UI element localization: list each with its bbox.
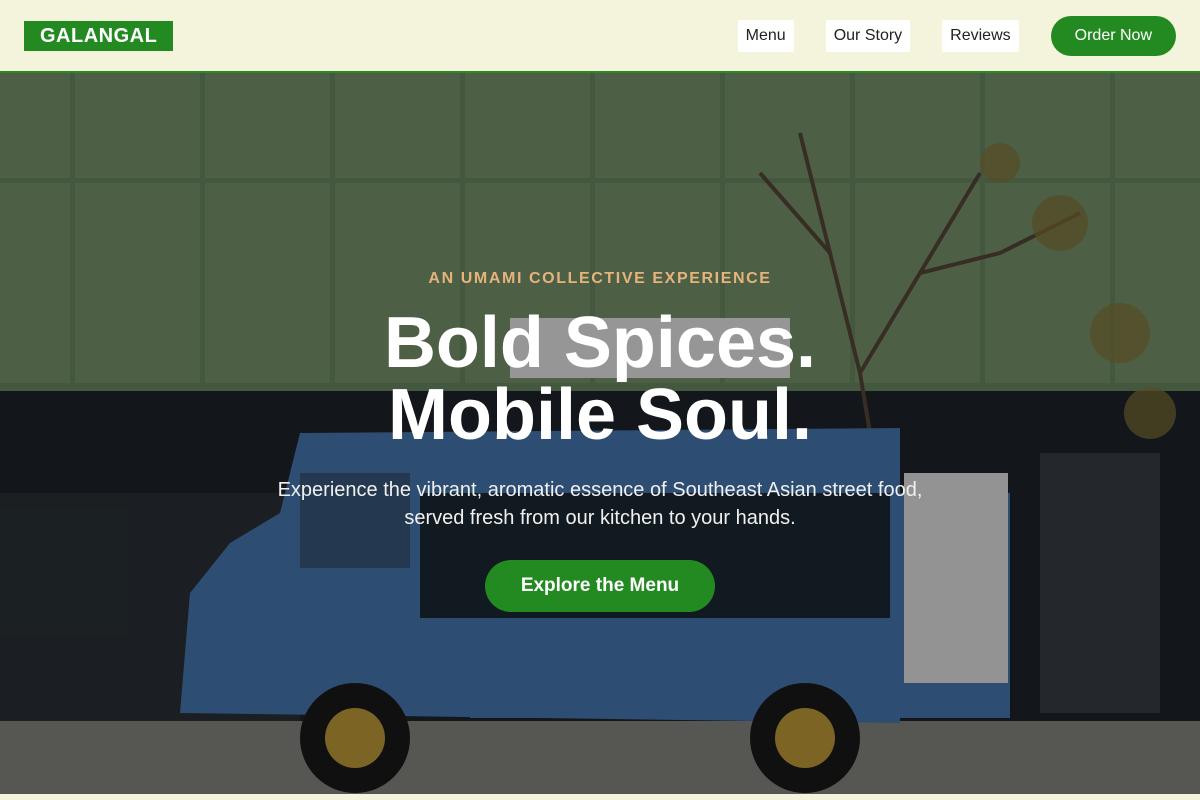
hero-headline-line-2: Mobile Soul. <box>388 375 812 455</box>
hero-content: AN UMAMI COLLECTIVE EXPERIENCE Bold Spic… <box>0 73 1200 794</box>
hero-headline-line-1: Bold Spices. <box>383 303 817 383</box>
order-now-button[interactable]: Order Now <box>1050 15 1176 56</box>
site-header: GALANGAL Menu Our Story Reviews Order No… <box>0 0 1200 73</box>
brand-logo[interactable]: GALANGAL <box>24 20 174 51</box>
hero-subtext: Experience the vibrant, aromatic essence… <box>277 479 923 529</box>
nav-link-our-story[interactable]: Our Story <box>825 19 911 52</box>
nav-link-menu[interactable]: Menu <box>737 19 794 52</box>
nav-link-reviews[interactable]: Reviews <box>942 19 1019 52</box>
hero-section: AN UMAMI COLLECTIVE EXPERIENCE Bold Spic… <box>0 73 1200 794</box>
hero-eyebrow: AN UMAMI COLLECTIVE EXPERIENCE <box>428 270 772 287</box>
explore-menu-button[interactable]: Explore the Menu <box>485 560 715 612</box>
main-nav: Menu Our Story Reviews <box>737 19 1019 52</box>
hero-headline: Bold Spices. Mobile Soul. <box>0 307 1200 451</box>
page-bottom-strip <box>0 794 1200 800</box>
